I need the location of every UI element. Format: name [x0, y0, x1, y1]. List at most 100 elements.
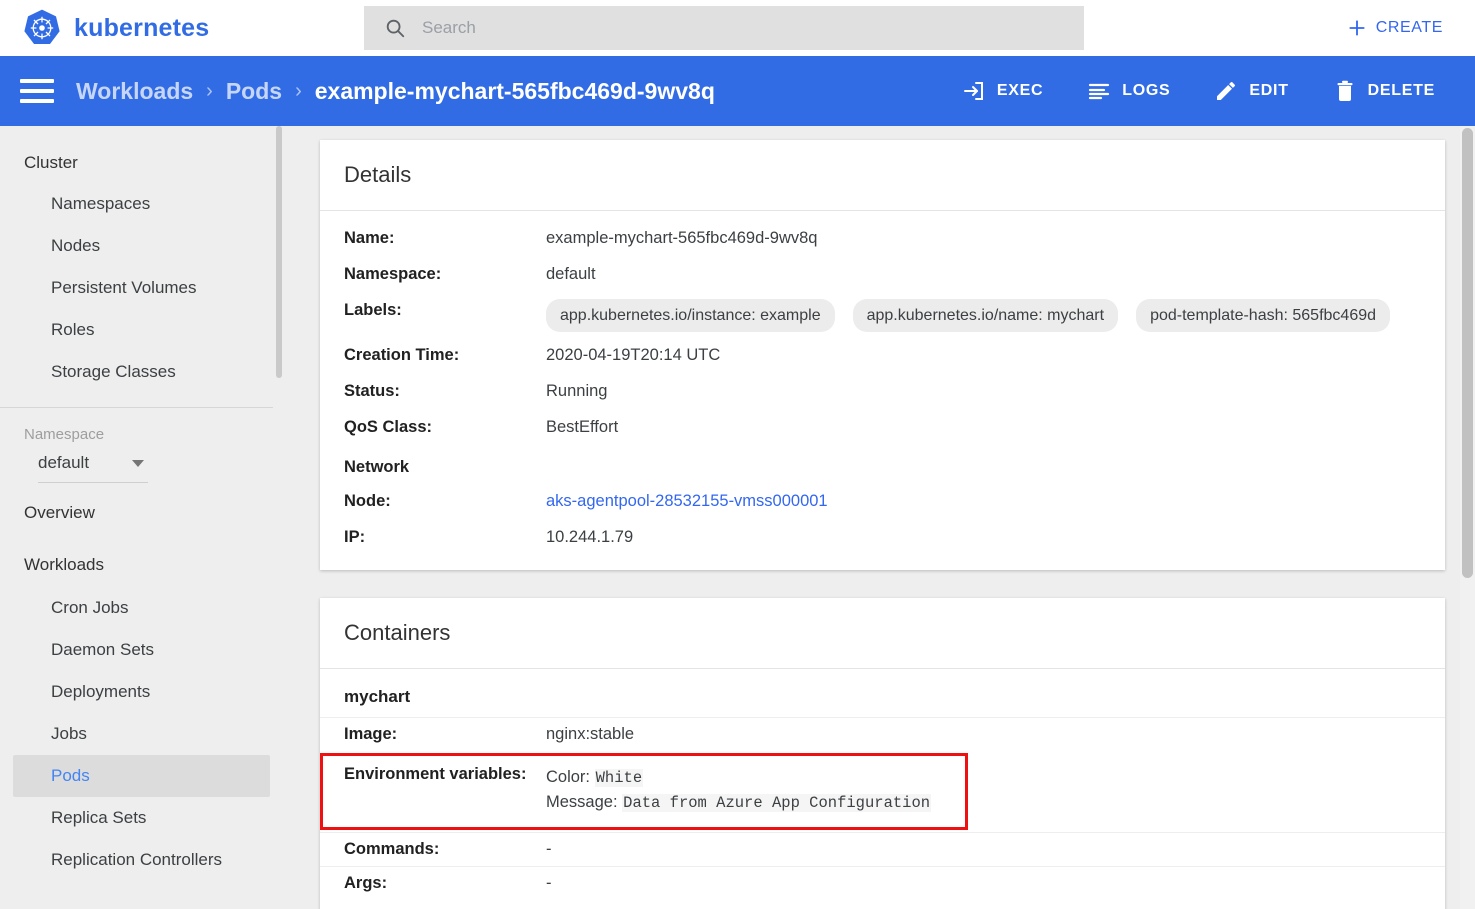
exec-arrow-icon	[963, 82, 983, 100]
action-bar: Workloads › Pods › example-mychart-565fb…	[0, 56, 1475, 126]
action-buttons: EXEC LOGS EDIT DELETE	[940, 69, 1457, 113]
detail-value-namespace: default	[546, 264, 596, 283]
detail-row-status: Status: Running	[320, 374, 1445, 410]
pencil-edit-icon	[1217, 82, 1236, 100]
detail-value-node-link[interactable]: aks-agentpool-28532155-vmss000001	[546, 490, 1421, 514]
exec-button-label: EXEC	[996, 82, 1044, 99]
containers-card-title: Containers	[320, 598, 1445, 669]
sidebar-item-roles[interactable]: Roles	[13, 309, 270, 351]
sidebar-item-persistent-volumes[interactable]: Persistent Volumes	[13, 267, 270, 309]
detail-value-qos-class: BestEffort	[546, 417, 619, 436]
container-label-args: Args:	[344, 873, 388, 892]
namespace-select-value: default	[38, 453, 90, 472]
chevron-down-icon	[132, 459, 144, 467]
sidebar-item-storage-classes[interactable]: Storage Classes	[13, 351, 270, 393]
detail-value-status: Running	[546, 381, 608, 400]
detail-value-creation-time: 2020-04-19T20:14 UTC	[546, 346, 721, 365]
detail-value-labels: app.kubernetes.io/instance: example app.…	[546, 298, 1421, 333]
edit-button[interactable]: EDIT	[1192, 69, 1310, 113]
environment-variable-key: Color:	[546, 767, 591, 786]
detail-value-name: example-mychart-565fbc469d-9wv8q	[546, 229, 818, 247]
logs-lines-icon	[1089, 83, 1110, 100]
delete-button-label: DELETE	[1367, 82, 1435, 99]
container-row-args: Args: -	[320, 865, 1445, 900]
main-content: Details Name: example-mychart-565fbc469d…	[283, 126, 1475, 909]
create-button-label: CREATE	[1375, 19, 1443, 36]
delete-button[interactable]: DELETE	[1311, 69, 1457, 113]
sidebar-group-cluster[interactable]: Cluster	[0, 143, 283, 183]
detail-label-ip: IP:	[344, 527, 366, 546]
container-label-commands: Commands:	[344, 839, 440, 858]
breadcrumb-separator: ›	[295, 79, 302, 102]
create-button[interactable]: CREATE	[1339, 10, 1461, 46]
container-row-image: Image: nginx:stable	[320, 716, 1445, 751]
detail-row-ip: IP: 10.244.1.79	[320, 520, 1445, 556]
environment-variable-list: Color: White Message: Data from Azure Ap…	[546, 765, 944, 816]
detail-row-qos-class: QoS Class: BestEffort	[320, 410, 1445, 446]
environment-variable-key: Message:	[546, 793, 618, 812]
detail-label-status: Status:	[344, 381, 400, 400]
detail-label-name: Name:	[344, 229, 395, 247]
sidebar-item-namespaces[interactable]: Namespaces	[13, 183, 270, 225]
detail-row-name: Name: example-mychart-565fbc469d-9wv8q	[320, 221, 1445, 257]
breadcrumb-item-current: example-mychart-565fbc469d-9wv8q	[314, 77, 715, 104]
detail-label-namespace: Namespace:	[344, 264, 442, 283]
sidebar-item-nodes[interactable]: Nodes	[13, 225, 270, 267]
container-label-environment-variables: Environment variables:	[344, 764, 527, 783]
label-chip: app.kubernetes.io/name: mychart	[852, 298, 1119, 333]
breadcrumb-item-workloads[interactable]: Workloads	[76, 78, 193, 105]
sidebar-item-cron-jobs[interactable]: Cron Jobs	[13, 587, 270, 629]
namespace-select[interactable]: default	[38, 447, 148, 483]
hamburger-menu-icon[interactable]	[20, 79, 54, 103]
container-label-image: Image:	[344, 724, 398, 743]
label-chip-list: app.kubernetes.io/instance: example app.…	[546, 298, 1421, 333]
sidebar-group-workloads[interactable]: Workloads	[0, 535, 283, 587]
search-box[interactable]	[364, 6, 1084, 50]
detail-row-creation-time: Creation Time: 2020-04-19T20:14 UTC	[320, 338, 1445, 374]
detail-label-creation-time: Creation Time:	[344, 346, 460, 365]
detail-value-ip: 10.244.1.79	[546, 527, 634, 546]
sidebar-scrollbar-thumb[interactable]	[276, 126, 282, 378]
breadcrumb: Workloads › Pods › example-mychart-565fb…	[76, 78, 715, 105]
main-scrollbar[interactable]	[1460, 126, 1475, 909]
search-icon	[386, 19, 405, 38]
environment-variable-item: Message: Data from Azure App Configurati…	[546, 790, 944, 816]
container-value-commands: -	[546, 839, 552, 858]
sidebar-item-replica-sets[interactable]: Replica Sets	[13, 797, 270, 839]
label-chip: pod-template-hash: 565fbc469d	[1136, 298, 1391, 333]
sidebar-item-replication-controllers[interactable]: Replication Controllers	[13, 839, 270, 881]
logs-button[interactable]: LOGS	[1065, 69, 1192, 113]
sidebar-item-deployments[interactable]: Deployments	[13, 671, 270, 713]
details-card: Details Name: example-mychart-565fbc469d…	[320, 140, 1445, 570]
environment-variable-value: White	[594, 768, 644, 787]
container-value-image: nginx:stable	[546, 724, 635, 743]
sidebar: Cluster Namespaces Nodes Persistent Volu…	[0, 126, 283, 909]
label-chip: app.kubernetes.io/instance: example	[546, 298, 835, 333]
container-value-args: -	[546, 873, 552, 892]
detail-label-node: Node:	[344, 491, 391, 510]
exec-button[interactable]: EXEC	[940, 69, 1065, 113]
sidebar-scrollbar[interactable]	[275, 126, 283, 909]
container-name: mychart	[344, 686, 411, 706]
logs-button-label: LOGS	[1122, 82, 1171, 99]
environment-variable-item: Color: White	[546, 765, 944, 791]
trash-delete-icon	[1337, 80, 1353, 101]
edit-button-label: EDIT	[1249, 82, 1289, 99]
sidebar-item-jobs[interactable]: Jobs	[13, 713, 270, 755]
detail-section-network: Network	[320, 446, 1445, 484]
plus-icon	[1349, 20, 1365, 36]
environment-variable-value: Data from Azure App Configuration	[622, 794, 932, 813]
brand[interactable]: kubernetes	[14, 8, 354, 48]
page-body: Cluster Namespaces Nodes Persistent Volu…	[0, 126, 1475, 909]
details-card-body: Name: example-mychart-565fbc469d-9wv8q N…	[320, 211, 1445, 570]
sidebar-item-overview[interactable]: Overview	[0, 483, 283, 535]
detail-row-labels: Labels: app.kubernetes.io/instance: exam…	[320, 293, 1445, 338]
detail-label-qos-class: QoS Class:	[344, 417, 433, 436]
sidebar-item-daemon-sets[interactable]: Daemon Sets	[13, 629, 270, 671]
sidebar-item-pods[interactable]: Pods	[13, 755, 270, 797]
breadcrumb-item-pods[interactable]: Pods	[226, 78, 282, 105]
main-scrollbar-thumb[interactable]	[1462, 128, 1473, 578]
details-card-title: Details	[320, 140, 1445, 211]
search-input[interactable]	[420, 17, 1064, 39]
detail-row-node: Node: aks-agentpool-28532155-vmss000001	[320, 484, 1445, 520]
